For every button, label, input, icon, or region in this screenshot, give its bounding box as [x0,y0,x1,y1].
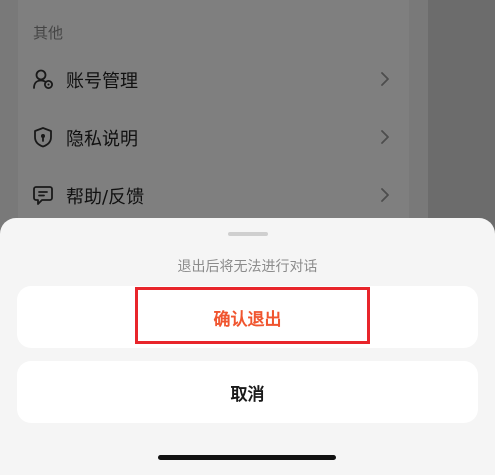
sheet-grabber[interactable] [228,232,268,236]
home-indicator [158,455,336,460]
sheet-message: 退出后将无法进行对话 [177,259,318,275]
confirm-logout-button[interactable]: 确认退出 [17,286,478,348]
logout-action-sheet: 退出后将无法进行对话 确认退出 取消 [0,218,495,475]
cancel-button[interactable]: 取消 [17,361,478,423]
screen: 其他 账号管理 隐私说明 [0,0,495,475]
